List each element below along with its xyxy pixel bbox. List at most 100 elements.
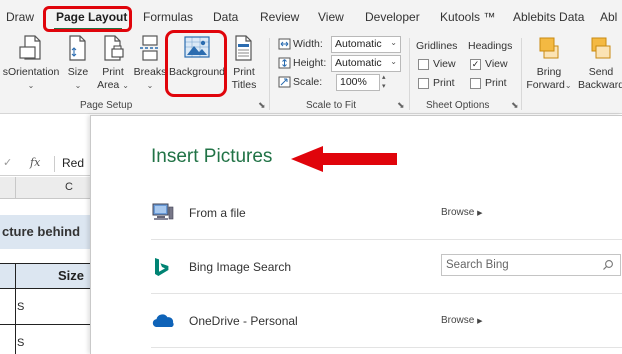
chevron-down-icon: ⌄ [390, 38, 397, 47]
table-cell[interactable]: S [17, 337, 24, 349]
title-cell[interactable]: cture behind [0, 215, 90, 249]
print-titles-icon [235, 35, 252, 61]
cell-border [15, 289, 16, 325]
search-icon[interactable] [602, 259, 614, 271]
scale-label: Scale: [293, 76, 323, 88]
chevron-down-icon: ⌄ [390, 57, 397, 66]
check-icon[interactable]: ✓ [3, 156, 12, 169]
print-titles-label-2: Titles [231, 79, 257, 91]
tab-view[interactable]: View [318, 10, 344, 24]
onedrive-browse-link[interactable]: Browse ▶ [441, 315, 483, 326]
breaks-button[interactable]: Breaks ⌄ [133, 34, 167, 92]
chevron-down-icon: ⌄ [146, 81, 154, 90]
width-label: Width: [293, 38, 323, 50]
gridlines-view-checkbox[interactable] [418, 59, 429, 70]
size-label: Size [67, 66, 89, 78]
column-header-c[interactable]: C [65, 181, 73, 193]
scale-to-fit-launcher-icon[interactable]: ⬊ [397, 100, 405, 111]
bing-image-search-label: Bing Image Search [189, 260, 292, 274]
gridlines-print-label: Print [433, 77, 455, 89]
chevron-right-icon: ▶ [477, 318, 483, 325]
background-highlight [165, 30, 227, 97]
header-row: Size [0, 263, 90, 289]
width-value: Automatic [335, 38, 382, 50]
fx-label[interactable]: fx [30, 156, 40, 169]
bring-forward-label-2: Forward [526, 79, 565, 91]
column-divider [15, 177, 16, 199]
tab-formulas[interactable]: Formulas [143, 10, 193, 24]
width-dropdown[interactable]: Automatic ⌄ [331, 36, 401, 53]
orientation-label: Orientation [7, 66, 60, 78]
group-divider [269, 38, 270, 110]
headings-view-label: View [485, 58, 508, 70]
onedrive-cloud-icon [152, 314, 174, 327]
send-backward-label-1: Send [588, 66, 614, 78]
bring-forward-icon [539, 37, 559, 59]
print-titles-button[interactable]: Print Titles [228, 34, 260, 92]
bing-image-search-row[interactable]: Bing Image Search [151, 240, 622, 294]
headings-view-checkbox[interactable]: ✓ [470, 59, 481, 70]
print-area-icon [104, 35, 124, 61]
table-row: S [0, 289, 90, 325]
group-divider [521, 38, 522, 110]
print-area-label-1: Print [102, 66, 124, 78]
tab-data[interactable]: Data [213, 10, 238, 24]
tab-kutools[interactable]: Kutools ™ [440, 10, 495, 24]
print-area-label-2: Area [97, 79, 120, 91]
tab-review[interactable]: Review [260, 10, 299, 24]
size-header-cell[interactable]: Size [58, 268, 84, 283]
height-dropdown[interactable]: Automatic ⌄ [331, 55, 401, 72]
page-setup-launcher-icon[interactable]: ⬊ [258, 100, 266, 111]
chevron-down-icon: ⌄ [122, 81, 129, 90]
onedrive-label: OneDrive - Personal [189, 314, 298, 328]
page-setup-group-label: Page Setup [80, 100, 133, 111]
from-file-browse-link[interactable]: Browse ▶ [441, 207, 483, 218]
bing-logo-icon [155, 258, 169, 276]
gridlines-view-label: View [433, 58, 456, 70]
page-layout-highlight [43, 6, 132, 32]
send-backward-icon [591, 37, 611, 59]
send-backward-button[interactable]: Send Backward [576, 34, 622, 92]
height-label: Height: [293, 57, 327, 69]
dialog-title: Insert Pictures [151, 146, 273, 167]
chevron-down-icon: ⌄ [27, 81, 35, 90]
tab-developer[interactable]: Developer [365, 10, 420, 24]
orientation-icon [19, 35, 41, 60]
chevron-down-icon: ⌄ [74, 81, 82, 90]
tab-ablebits-data[interactable]: Ablebits Data [513, 10, 584, 24]
bing-search-input[interactable] [442, 255, 592, 275]
table-row: S [0, 325, 90, 354]
page-breaks-icon [140, 35, 160, 61]
computer-icon [152, 203, 174, 220]
insert-pictures-dialog: Insert Pictures From a file Browse ▶ Bin… [90, 115, 622, 354]
orientation-button[interactable]: sOrientation ⌄ [0, 34, 62, 92]
height-value: Automatic [335, 57, 382, 69]
browse-label: Browse [441, 315, 475, 326]
sheet-options-launcher-icon[interactable]: ⬊ [511, 100, 519, 111]
headings-title: Headings [468, 40, 513, 52]
scale-to-fit-group-label: Scale to Fit [306, 100, 357, 111]
scale-spinner[interactable]: 100% [336, 74, 380, 91]
bring-forward-button[interactable]: Bring Forward⌄ [524, 34, 574, 92]
tab-draw[interactable]: Draw [6, 10, 34, 24]
scale-value: 100% [340, 76, 367, 88]
title-cell-text: cture behind [2, 224, 81, 239]
chevron-down-icon: ⌄ [564, 81, 572, 90]
table-cell[interactable]: S [17, 301, 24, 313]
gridlines-title: Gridlines [416, 40, 458, 52]
size-button[interactable]: Size ⌄ [64, 34, 92, 92]
onedrive-row[interactable]: OneDrive - Personal Browse ▶ [151, 294, 622, 348]
cell-border [15, 325, 16, 354]
paper-size-icon [69, 35, 86, 61]
gridlines-print-checkbox[interactable] [418, 78, 429, 89]
formula-input[interactable]: Red [62, 156, 84, 170]
from-file-row[interactable]: From a file Browse ▶ [151, 186, 622, 240]
scale-spin-arrows-icon[interactable]: ▴ ▾ [382, 73, 386, 91]
breaks-label: Breaks [133, 66, 167, 78]
headings-print-checkbox[interactable] [470, 78, 481, 89]
bing-search-box[interactable] [441, 254, 621, 276]
cell-border [15, 264, 16, 288]
column-headers: C [0, 177, 90, 199]
tab-ablebits-tools[interactable]: Abl [600, 10, 617, 24]
print-area-button[interactable]: Print Area ⌄ [96, 34, 130, 92]
